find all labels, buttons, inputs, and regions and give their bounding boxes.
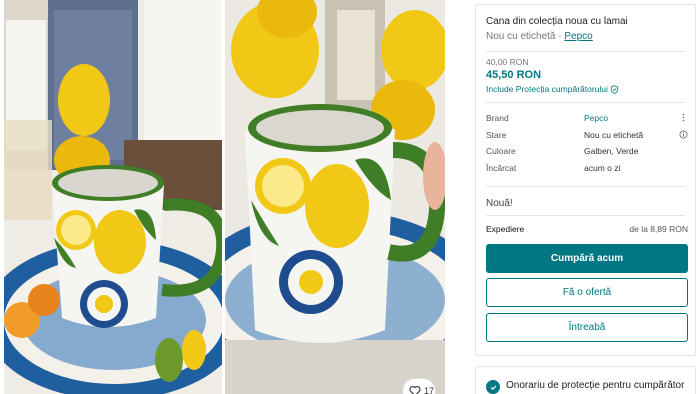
detail-value: Nou cu etichetă: [584, 129, 644, 140]
shield-check-icon: [486, 380, 500, 394]
buyer-protection-card[interactable]: Onorariu de protecție pentru cumpărător: [475, 366, 696, 394]
product-photo-1[interactable]: [4, 0, 222, 394]
detail-value[interactable]: Pepco: [584, 113, 608, 123]
ask-seller-button[interactable]: Întreabă: [486, 313, 688, 342]
make-offer-button[interactable]: Fă o ofertă: [486, 278, 688, 307]
divider: [486, 186, 685, 187]
divider: [486, 51, 685, 52]
item-description: Nouă!: [486, 198, 513, 209]
listing-page: 17 Cana din colecția noua cu lamai Nou c…: [0, 0, 700, 394]
item-details: Brand Pepco Stare Nou cu etichetă Culoare Gal…: [486, 113, 688, 179]
shipping-label: Expediere: [486, 224, 525, 234]
detail-row: Brand Pepco: [486, 113, 688, 130]
favorite-count: 17: [424, 386, 435, 394]
buyer-protection-card-title: Onorariu de protecție pentru cumpărător: [506, 380, 685, 391]
more-vertical-icon[interactable]: [679, 113, 688, 122]
condition-text: Nou cu etichetă ·: [486, 31, 565, 42]
heart-icon: [409, 386, 421, 394]
detail-row: Culoare Galben, Verde: [486, 146, 688, 163]
buyer-protection-link[interactable]: Include Protecția cumpărătorului: [486, 84, 619, 94]
buyer-protection-label: Include Protecția cumpărătorului: [486, 84, 608, 94]
original-price: 40,00 RON: [486, 57, 529, 67]
brand-link[interactable]: Pepco: [564, 31, 592, 42]
photo-gallery: 17: [0, 0, 450, 394]
detail-row: Stare Nou cu etichetă: [486, 130, 688, 147]
detail-value: Galben, Verde: [584, 146, 639, 156]
favorite-button[interactable]: 17: [402, 378, 436, 394]
total-price: 45,50 RON: [486, 69, 542, 81]
divider: [486, 102, 685, 103]
listing-condition: Nou cu etichetă · Pepco: [486, 31, 593, 42]
detail-key: Stare: [486, 129, 507, 140]
detail-row: Încărcat acum o zi: [486, 163, 688, 180]
buy-now-button[interactable]: Cumpără acum: [486, 244, 688, 273]
listing-title: Cana din colecția noua cu lamai: [486, 16, 628, 27]
divider: [486, 215, 685, 216]
info-icon[interactable]: [679, 129, 688, 139]
shipping-price: de la 8,89 RON: [629, 224, 688, 234]
listing-summary-panel: Cana din colecția noua cu lamai Nou cu e…: [475, 4, 696, 356]
detail-key: Culoare: [486, 146, 516, 156]
detail-key: Încărcat: [486, 162, 517, 173]
shield-check-icon: [610, 84, 619, 94]
detail-value: acum o zi: [584, 162, 621, 173]
product-photo-2[interactable]: [225, 0, 445, 394]
shipping-row: Expediere de la 8,89 RON: [486, 224, 688, 234]
detail-key: Brand: [486, 113, 509, 123]
